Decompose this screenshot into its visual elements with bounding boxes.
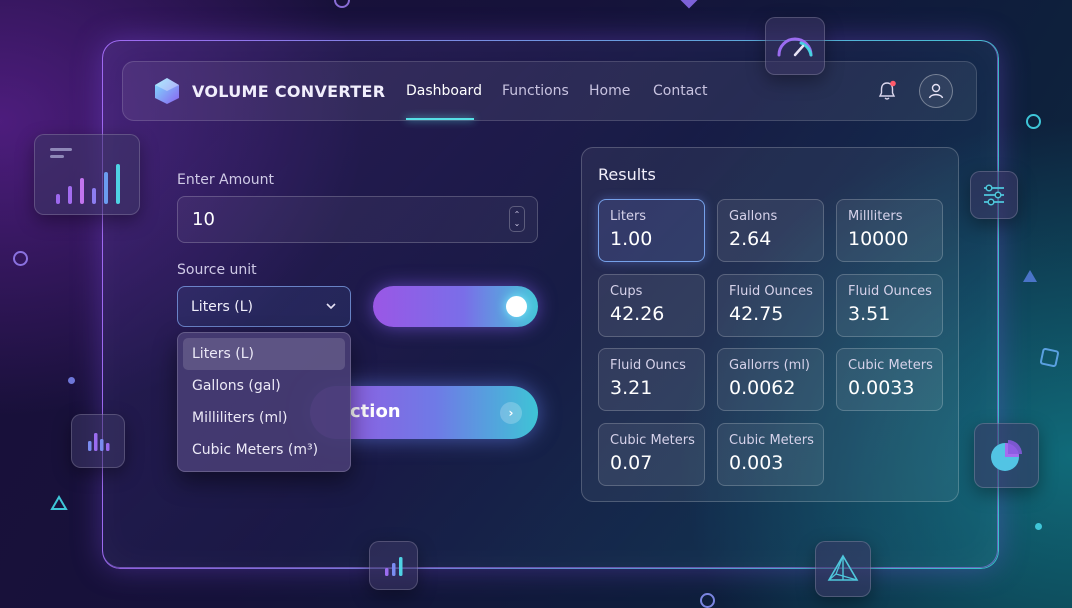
result-value: 0.07 <box>610 452 653 474</box>
result-card[interactable]: Gallons 2.64 <box>717 199 824 262</box>
sliders-icon <box>984 184 1004 206</box>
result-unit: Millliters <box>848 209 903 224</box>
dot-decoration <box>68 377 75 384</box>
result-value: 0.0062 <box>729 377 796 399</box>
result-value: 3.21 <box>610 377 653 399</box>
dropdown-option-gallons[interactable]: Gallons (gal) <box>183 370 345 402</box>
square-decoration <box>1039 347 1060 368</box>
result-value: 0.0033 <box>848 377 915 399</box>
nav-dashboard[interactable]: Dashboard <box>406 83 482 99</box>
result-card[interactable]: Liters 1.00 <box>598 199 705 262</box>
result-unit: Gallorrs (ml) <box>729 358 811 373</box>
nav-contact[interactable]: Contact <box>653 83 707 99</box>
amount-input[interactable] <box>177 196 538 243</box>
result-card[interactable]: Fluid Ouncs 3.21 <box>598 348 705 411</box>
source-unit-label: Source unit <box>177 262 257 278</box>
cube-icon <box>155 78 179 104</box>
result-unit: Cubic Meters <box>610 433 695 448</box>
amount-stepper[interactable]: ⌃ ⌄ <box>509 206 525 232</box>
result-value: 2.64 <box>729 228 772 250</box>
mini-chart-tile <box>369 541 418 590</box>
app-title: VOLUME CONVERTER <box>192 82 386 101</box>
gauge-tile <box>765 17 825 75</box>
result-value: 1.00 <box>610 228 653 250</box>
result-card[interactable]: Fluid Ounces 3.51 <box>836 274 943 337</box>
result-card[interactable]: Cubic Meters 0.0033 <box>836 348 943 411</box>
source-unit-select[interactable]: Liters (L) <box>177 286 351 327</box>
result-card[interactable]: Millliters 10000 <box>836 199 943 262</box>
profile-button[interactable] <box>919 74 953 108</box>
ring-decoration <box>700 593 715 608</box>
triangle-decoration <box>50 495 68 510</box>
result-unit: Fluid Ounces <box>729 284 813 299</box>
arrow-right-icon: › <box>500 402 522 424</box>
triangle-decoration <box>1023 270 1037 282</box>
bar-chart-icon <box>88 433 110 451</box>
speedometer-icon <box>777 37 813 57</box>
result-card[interactable]: Fluid Ounces 42.75 <box>717 274 824 337</box>
dropdown-option-liters[interactable]: Liters (L) <box>183 338 345 370</box>
nav-functions[interactable]: Functions <box>502 83 569 99</box>
amount-label: Enter Amount <box>177 172 275 188</box>
result-value: 3.51 <box>848 303 891 325</box>
pie-chart-tile <box>974 423 1039 488</box>
active-tab-indicator <box>406 118 474 120</box>
result-value: 0.003 <box>729 452 784 474</box>
result-unit: Cups <box>610 284 643 299</box>
result-card[interactable]: Cubic Meters 0.003 <box>717 423 824 486</box>
chevron-up-icon[interactable]: ⌃ <box>514 210 521 219</box>
result-unit: Fluid Ouncs <box>610 358 686 373</box>
pyramid-tile <box>815 541 871 597</box>
nav-home[interactable]: Home <box>589 83 630 99</box>
ring-decoration <box>334 0 350 8</box>
chevron-down-icon[interactable]: ⌄ <box>514 219 521 228</box>
mini-chart-tile <box>71 414 125 468</box>
results-title: Results <box>598 165 656 184</box>
result-value: 42.26 <box>610 303 665 325</box>
analytics-tile <box>34 134 140 215</box>
result-unit: Gallons <box>729 209 778 224</box>
result-card[interactable]: Cups 42.26 <box>598 274 705 337</box>
result-card[interactable]: Cubic Meters 0.07 <box>598 423 705 486</box>
diamond-decoration <box>680 0 698 9</box>
pyramid-icon <box>827 554 859 581</box>
pie-chart-icon <box>990 439 1022 471</box>
action-button-label: ction <box>350 401 401 422</box>
dropdown-option-cubic-meters[interactable]: Cubic Meters (m³) <box>183 434 345 466</box>
toggle-switch[interactable] <box>373 286 538 327</box>
source-unit-dropdown: Liters (L) Gallons (gal) Milliliters (ml… <box>177 332 351 472</box>
result-unit: Cubic Meters <box>848 358 933 373</box>
bell-icon[interactable] <box>876 80 898 102</box>
result-value: 42.75 <box>729 303 784 325</box>
ring-decoration <box>13 251 28 266</box>
chevron-down-icon <box>326 303 336 310</box>
dropdown-option-milliliters[interactable]: Milliliters (ml) <box>183 402 345 434</box>
dot-decoration <box>1035 523 1042 530</box>
user-icon <box>928 83 944 99</box>
result-unit: Liters <box>610 209 647 224</box>
bar-chart-icon <box>50 147 120 204</box>
result-card[interactable]: Gallorrs (ml) 0.0062 <box>717 348 824 411</box>
result-value: 10000 <box>848 228 909 250</box>
filters-tile <box>970 171 1018 219</box>
bar-chart-icon <box>384 556 402 576</box>
toggle-knob <box>506 296 527 317</box>
result-unit: Fluid Ounces <box>848 284 932 299</box>
source-unit-value: Liters (L) <box>191 298 254 315</box>
ring-decoration <box>1026 114 1041 129</box>
result-unit: Cubic Meters <box>729 433 814 448</box>
